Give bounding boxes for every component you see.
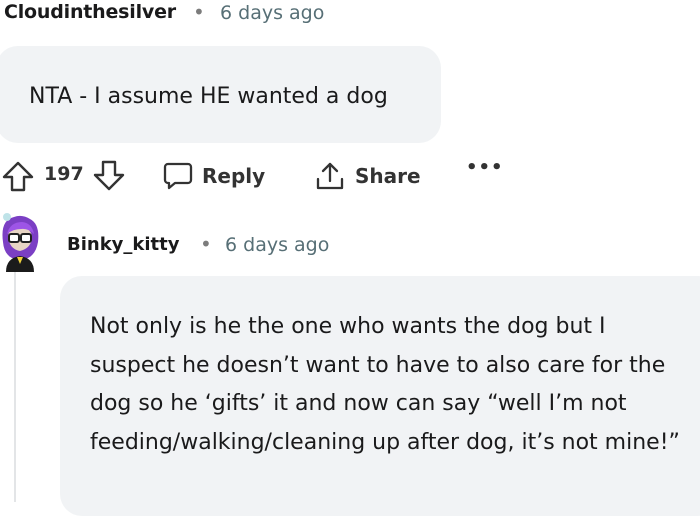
- reply-label: Reply: [202, 164, 266, 188]
- share-button[interactable]: Share: [314, 157, 421, 195]
- comment-author[interactable]: Binky_kitty: [67, 234, 180, 255]
- comment-body: Not only is he the one who wants the dog…: [90, 314, 680, 455]
- avatar[interactable]: [0, 208, 40, 272]
- comment-body: NTA - I assume HE wanted a dog: [29, 84, 388, 109]
- arrow-up-outline-icon: [2, 161, 34, 192]
- downvote-button[interactable]: [91, 158, 127, 194]
- comment-timestamp[interactable]: 6 days ago: [225, 234, 329, 256]
- more-options-button[interactable]: •••: [466, 157, 504, 178]
- share-label: Share: [355, 164, 421, 188]
- meta-separator: •: [200, 232, 212, 256]
- comment-timestamp[interactable]: 6 days ago: [220, 2, 324, 24]
- share-upload-icon: [316, 162, 344, 190]
- thread-line[interactable]: [14, 272, 16, 502]
- vote-score: 197: [44, 163, 84, 185]
- arrow-down-outline-icon: [93, 160, 125, 191]
- reply-button[interactable]: Reply: [162, 157, 265, 195]
- speech-bubble-icon: [163, 162, 193, 190]
- avatar-image: [2, 213, 39, 272]
- upvote-button[interactable]: [0, 158, 36, 194]
- comment-author[interactable]: Cloudinthesilver: [4, 1, 176, 23]
- meta-separator: •: [193, 0, 205, 24]
